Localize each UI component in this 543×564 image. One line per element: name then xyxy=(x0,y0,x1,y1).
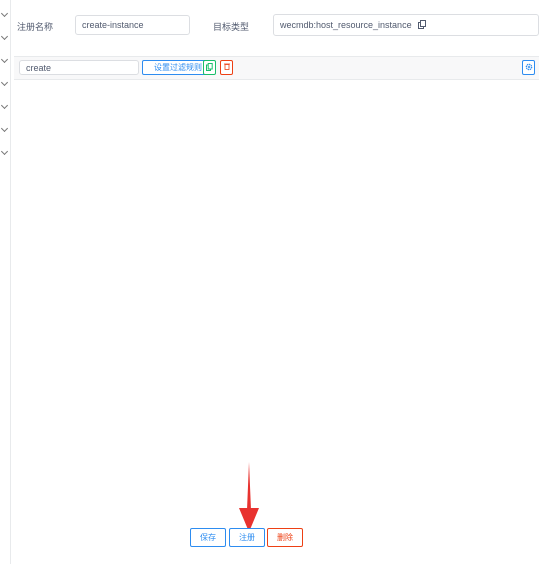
copy-button[interactable] xyxy=(203,60,216,75)
arrow-down-icon xyxy=(236,462,262,536)
gear-icon xyxy=(525,63,533,73)
chevron-icon[interactable] xyxy=(0,55,9,64)
chevron-icon[interactable] xyxy=(0,147,9,156)
copy-icon[interactable] xyxy=(417,19,427,31)
chevron-icon[interactable] xyxy=(0,32,9,41)
delete-filter-button[interactable] xyxy=(220,60,233,75)
copy-icon xyxy=(206,62,213,73)
chevron-icon[interactable] xyxy=(0,124,9,133)
chevron-icon[interactable] xyxy=(0,9,9,18)
trash-icon xyxy=(223,63,230,72)
register-button[interactable]: 注册 xyxy=(229,528,265,547)
settings-button[interactable] xyxy=(522,60,535,75)
register-name-value: create-instance xyxy=(82,20,144,30)
target-type-input[interactable]: wecmdb:host_resource_instance xyxy=(273,14,539,36)
save-button[interactable]: 保存 xyxy=(190,528,226,547)
filter-toolbar: create 设置过滤规则 xyxy=(14,56,539,80)
target-type-value: wecmdb:host_resource_instance xyxy=(280,20,412,30)
delete-button[interactable]: 删除 xyxy=(267,528,303,547)
filter-input[interactable]: create xyxy=(19,60,139,75)
chevron-icon[interactable] xyxy=(0,78,9,87)
tree-gutter xyxy=(0,0,11,564)
chevron-icon[interactable] xyxy=(0,101,9,110)
register-name-label: 注册名称 xyxy=(17,22,54,32)
register-name-input[interactable]: create-instance xyxy=(75,15,190,35)
target-type-label: 目标类型 xyxy=(213,22,250,32)
filter-input-value: create xyxy=(26,62,52,73)
